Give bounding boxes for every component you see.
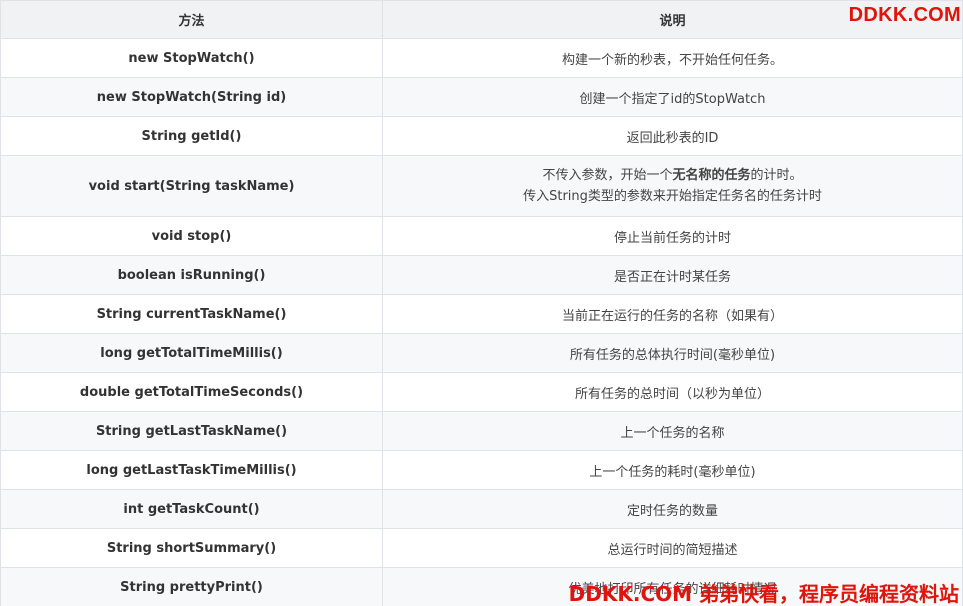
description-cell: 是否正在计时某任务: [382, 255, 963, 295]
table-row: String shortSummary() 总运行时间的简短描述: [0, 528, 963, 568]
method-cell: long getLastTaskTimeMillis(): [0, 450, 383, 490]
description-cell: 停止当前任务的计时: [382, 216, 963, 256]
stopwatch-methods-table: 方法 说明 new StopWatch() 构建一个新的秒表，不开始任何任务。 …: [0, 0, 963, 606]
method-cell: new StopWatch(): [0, 38, 383, 78]
table-row: double getTotalTimeSeconds() 所有任务的总时间（以秒…: [0, 372, 963, 412]
method-cell: long getTotalTimeMillis(): [0, 333, 383, 373]
table-row: new StopWatch() 构建一个新的秒表，不开始任何任务。: [0, 38, 963, 78]
method-cell: boolean isRunning(): [0, 255, 383, 295]
method-cell: int getTaskCount(): [0, 489, 383, 529]
description-cell: 不传入参数，开始一个无名称的任务的计时。 传入String类型的参数来开始指定任…: [382, 155, 963, 217]
description-cell: 当前正在运行的任务的名称（如果有）: [382, 294, 963, 334]
method-cell: new StopWatch(String id): [0, 77, 383, 117]
method-cell: void stop(): [0, 216, 383, 256]
table-row: String currentTaskName() 当前正在运行的任务的名称（如果…: [0, 294, 963, 334]
description-line-2: 传入String类型的参数来开始指定任务名的任务计时: [523, 189, 822, 204]
method-cell: String getLastTaskName(): [0, 411, 383, 451]
table-row: void start(String taskName) 不传入参数，开始一个无名…: [0, 155, 963, 217]
table-row: void stop() 停止当前任务的计时: [0, 216, 963, 256]
description-line-1: 不传入参数，开始一个无名称的任务的计时。: [391, 165, 954, 186]
table-row: new StopWatch(String id) 创建一个指定了id的StopW…: [0, 77, 963, 117]
description-cell: 返回此秒表的ID: [382, 116, 963, 156]
description-cell: 上一个任务的耗时(毫秒单位): [382, 450, 963, 490]
description-cell: 构建一个新的秒表，不开始任何任务。: [382, 38, 963, 78]
table-row: long getTotalTimeMillis() 所有任务的总体执行时间(毫秒…: [0, 333, 963, 373]
table-row: int getTaskCount() 定时任务的数量: [0, 489, 963, 529]
description-cell: 上一个任务的名称: [382, 411, 963, 451]
table-header-row: 方法 说明: [0, 0, 963, 39]
method-cell: String currentTaskName(): [0, 294, 383, 334]
watermark-bottom: DDKK.COM 弟弟快看，程序员编程资料站: [568, 582, 959, 606]
table-row: boolean isRunning() 是否正在计时某任务: [0, 255, 963, 295]
description-text: 不传入参数，开始一个: [542, 168, 673, 183]
table-row: long getLastTaskTimeMillis() 上一个任务的耗时(毫秒…: [0, 450, 963, 490]
description-cell: 总运行时间的简短描述: [382, 528, 963, 568]
table-row: String getLastTaskName() 上一个任务的名称: [0, 411, 963, 451]
watermark-top: DDKK.COM: [848, 4, 961, 26]
description-text: 的计时。: [750, 168, 803, 183]
header-method: 方法: [0, 0, 383, 39]
method-cell: String prettyPrint(): [0, 567, 383, 606]
description-cell: 所有任务的总体执行时间(毫秒单位): [382, 333, 963, 373]
description-cell: 所有任务的总时间（以秒为单位）: [382, 372, 963, 412]
table-row: String getId() 返回此秒表的ID: [0, 116, 963, 156]
method-cell: String shortSummary(): [0, 528, 383, 568]
description-cell: 定时任务的数量: [382, 489, 963, 529]
method-cell: String getId(): [0, 116, 383, 156]
description-cell: 创建一个指定了id的StopWatch: [382, 77, 963, 117]
method-cell: double getTotalTimeSeconds(): [0, 372, 383, 412]
page: 方法 说明 new StopWatch() 构建一个新的秒表，不开始任何任务。 …: [0, 0, 963, 606]
method-cell: void start(String taskName): [0, 155, 383, 217]
description-bold-text: 无名称的任务: [672, 168, 751, 183]
